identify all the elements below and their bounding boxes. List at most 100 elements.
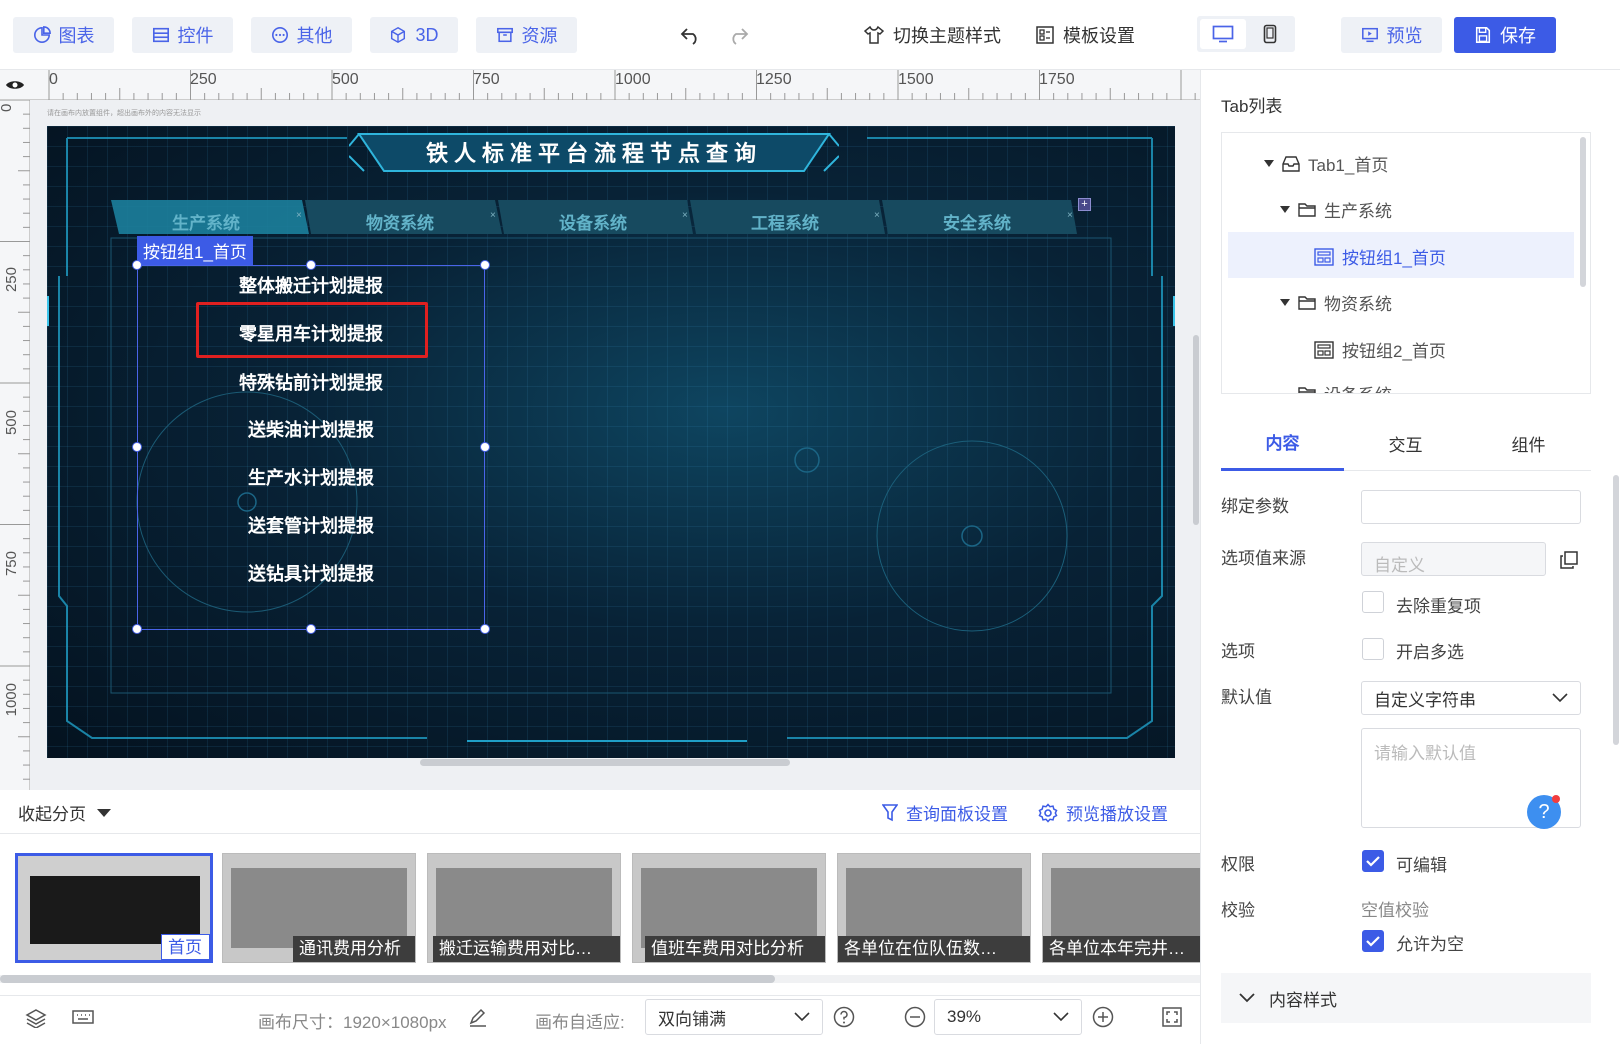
tab-interaction[interactable]: 交互 — [1344, 415, 1467, 471]
resources-button[interactable]: 资源 — [476, 17, 577, 53]
tree-node-materials[interactable]: 物资系统 — [1280, 290, 1392, 315]
tree-node-production[interactable]: 生产系统 — [1280, 197, 1392, 222]
fit-label: 画布自适应: — [535, 1013, 625, 1032]
help-circle-icon[interactable] — [833, 1006, 855, 1028]
mobile-view-button[interactable] — [1249, 19, 1291, 49]
default-label: 默认值 — [1221, 688, 1272, 707]
nav-button[interactable]: 送钻具计划提报 — [161, 560, 461, 586]
page-thumb[interactable]: 搬迁运输费用对比… — [427, 853, 621, 963]
thumbs-scrollbar[interactable] — [0, 975, 775, 983]
dashboard-canvas[interactable]: 铁人标准平台流程节点查询 生产系统 物资系统 设备系统 工程系统 安全系统 × … — [47, 126, 1175, 758]
default-type-select[interactable]: 自定义字符串 — [1361, 681, 1581, 715]
keyboard-icon[interactable] — [72, 1009, 94, 1025]
tab-close-icon[interactable]: × — [682, 210, 688, 221]
other-button[interactable]: 其他 — [251, 17, 352, 53]
query-panel-settings-button[interactable]: 查询面板设置 — [882, 800, 1008, 825]
resize-handle[interactable] — [132, 442, 142, 452]
content-style-section[interactable]: 内容样式 — [1221, 973, 1591, 1023]
zoom-out-icon[interactable] — [904, 1006, 926, 1028]
tree-node-button-group-2[interactable]: 按钮组2_首页 — [1314, 337, 1446, 362]
canvas-v-scrollbar[interactable] — [1193, 335, 1199, 525]
save-button[interactable]: 保存 — [1454, 17, 1556, 53]
tab-close-icon[interactable]: × — [296, 210, 302, 221]
resize-handle[interactable] — [480, 442, 490, 452]
resize-handle[interactable] — [132, 624, 142, 634]
folder-icon — [1298, 202, 1316, 218]
preview-button[interactable]: 预览 — [1341, 17, 1442, 53]
nav-button[interactable]: 零星用车计划提报 — [161, 320, 461, 346]
editable-checkbox[interactable] — [1362, 850, 1384, 872]
tab-close-icon[interactable]: × — [874, 210, 880, 221]
page-thumb-home[interactable]: 首页 — [15, 853, 213, 963]
resize-handle[interactable] — [480, 624, 490, 634]
canvas-size-label: 画布尺寸：1920×1080px — [258, 1013, 447, 1032]
tab-close-icon[interactable]: × — [1067, 210, 1073, 221]
chevron-down-icon — [1239, 993, 1255, 1003]
canvas-h-scrollbar[interactable] — [420, 759, 790, 766]
resize-handle[interactable] — [132, 260, 142, 270]
controls-button[interactable]: 控件 — [132, 17, 233, 53]
edit-icon[interactable] — [468, 1008, 488, 1028]
panel-scrollbar[interactable] — [1613, 475, 1619, 745]
nav-button[interactable]: 送套管计划提报 — [161, 512, 461, 538]
tree-node-tab1[interactable]: Tab1_首页 — [1264, 151, 1388, 176]
allow-null-checkbox[interactable] — [1362, 930, 1384, 952]
tab-equipment[interactable]: 设备系统 — [498, 202, 688, 240]
validate-label: 校验 — [1221, 901, 1255, 920]
ruler-label: 750 — [473, 71, 500, 88]
monitor-icon — [1212, 25, 1234, 43]
dedupe-checkbox[interactable] — [1362, 591, 1384, 613]
controls-icon — [152, 26, 170, 44]
nav-button[interactable]: 送柴油计划提报 — [161, 416, 461, 442]
tab-engineering[interactable]: 工程系统 — [690, 202, 880, 240]
page-thumb[interactable]: 各单位在位队伍数… — [837, 853, 1031, 963]
tab-safety[interactable]: 安全系统 — [882, 202, 1072, 240]
tree-node-button-group-1[interactable]: 按钮组1_首页 — [1314, 244, 1446, 269]
multi-select-label: 开启多选 — [1396, 643, 1464, 662]
chart-button[interactable]: 图表 — [13, 17, 114, 53]
tab-production[interactable]: 生产系统 — [111, 202, 301, 240]
3d-button[interactable]: 3D — [370, 17, 458, 53]
nav-button[interactable]: 整体搬迁计划提报 — [161, 272, 461, 298]
template-settings-button[interactable]: 模板设置 — [1035, 17, 1135, 53]
nav-button[interactable]: 生产水计划提报 — [161, 464, 461, 490]
resize-handle[interactable] — [306, 624, 316, 634]
tab-component[interactable]: 组件 — [1467, 415, 1590, 471]
canvas-hint: 请在画布内放置组件，超出画布外的内容无法显示 — [47, 110, 201, 117]
copy-icon[interactable] — [1559, 550, 1579, 570]
options-label: 选项 — [1221, 642, 1255, 661]
nav-button[interactable]: 特殊钻前计划提报 — [161, 369, 461, 395]
zoom-select[interactable]: 39% — [934, 999, 1082, 1035]
page-thumb[interactable]: 各单位本年完井数… — [1042, 853, 1201, 963]
tree-scrollbar[interactable] — [1580, 137, 1586, 287]
check-icon — [1366, 936, 1380, 947]
page-thumb[interactable]: 通讯费用分析 — [222, 853, 416, 963]
thumb-caption: 首页 — [161, 934, 210, 960]
tab-materials[interactable]: 物资系统 — [305, 202, 495, 240]
add-tab-icon[interactable]: + — [1078, 198, 1091, 211]
zoom-in-icon[interactable] — [1092, 1006, 1114, 1028]
collapse-pages-button[interactable]: 收起分页 — [18, 800, 112, 825]
thumb-caption: 各单位在位队伍数… — [838, 936, 1030, 962]
page-thumb[interactable]: 值班车费用对比分析 — [632, 853, 826, 963]
tree-node-equipment[interactable]: 设备系统 — [1298, 381, 1392, 393]
fit-select[interactable]: 双向铺满 — [645, 999, 823, 1035]
switch-theme-button[interactable]: 切换主题样式 — [863, 17, 1001, 53]
desktop-view-button[interactable] — [1200, 19, 1246, 49]
tab-content[interactable]: 内容 — [1221, 415, 1344, 471]
caret-down-icon — [96, 808, 112, 818]
archive-icon — [496, 26, 514, 44]
multi-select-checkbox[interactable] — [1362, 638, 1384, 660]
resize-handle[interactable] — [480, 260, 490, 270]
tab-close-icon[interactable]: × — [490, 210, 496, 221]
option-source-input[interactable]: 自定义 — [1361, 542, 1546, 576]
redo-button[interactable] — [727, 17, 749, 53]
button-group-icon — [1314, 247, 1334, 266]
redo-icon — [727, 25, 749, 45]
fullscreen-icon[interactable] — [1161, 1006, 1183, 1028]
layers-icon[interactable] — [25, 1008, 47, 1028]
undo-button[interactable] — [680, 17, 702, 53]
resize-handle[interactable] — [306, 260, 316, 270]
bind-param-input[interactable] — [1361, 490, 1581, 524]
preview-playback-settings-button[interactable]: 预览播放设置 — [1038, 800, 1168, 825]
